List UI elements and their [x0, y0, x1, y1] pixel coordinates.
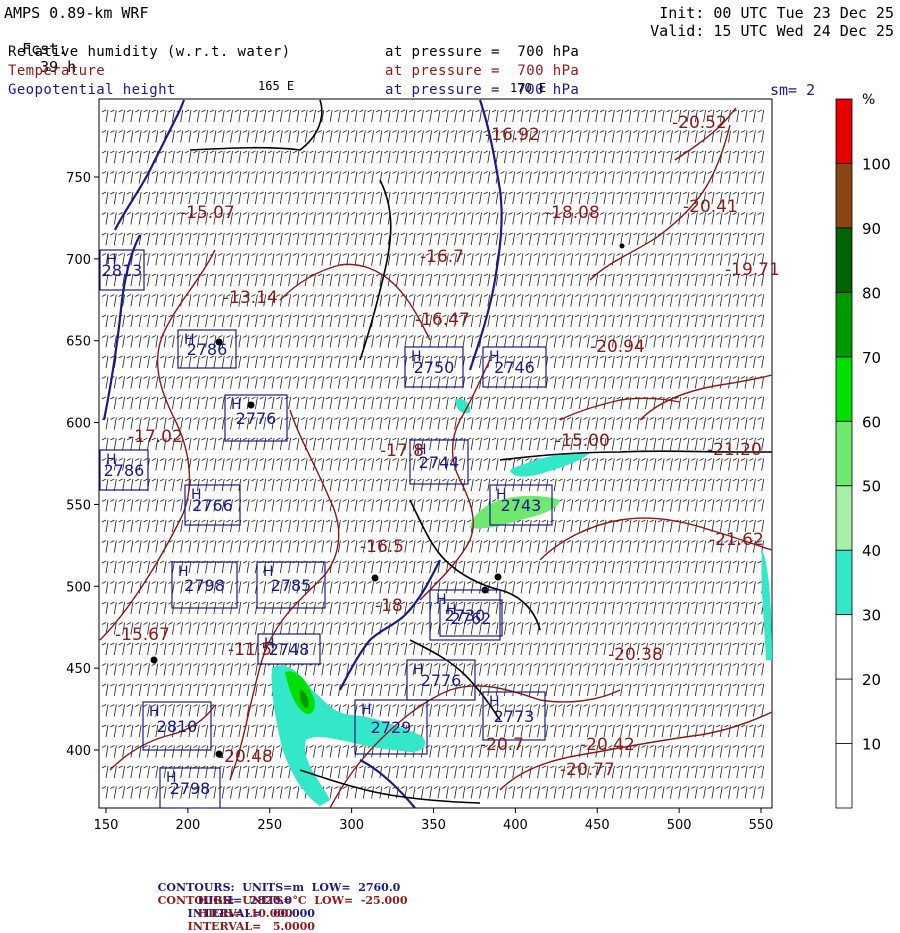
color-bar-tick-label: 60	[862, 413, 881, 431]
temperature-label: -15.00	[555, 431, 610, 451]
pressure-marker: H	[191, 487, 202, 503]
color-bar-tick-label: 70	[862, 349, 881, 367]
footer-temperature-interval: INTERVAL= 5.0000	[187, 920, 315, 933]
pressure-marker: H	[263, 564, 274, 580]
pressure-marker: H	[166, 770, 177, 786]
color-bar-tick-label: 90	[862, 220, 881, 238]
height-label: 2810	[157, 717, 198, 736]
x-tick-label: 300	[339, 818, 364, 833]
footer-temperature-label: CONTOURS: UNITS=°C LOW= -25.000	[157, 894, 408, 907]
pressure-marker: H	[184, 332, 195, 348]
color-bar-bin	[835, 614, 853, 680]
temperature-label: -20.41	[683, 197, 738, 217]
temperature-label: -17.02	[128, 427, 183, 447]
height-label: 2776	[421, 671, 462, 690]
pressure-marker: H	[106, 252, 117, 268]
temperature-label: -19.71	[725, 260, 780, 280]
color-bar-bin	[835, 98, 853, 164]
color-bar-bin	[835, 356, 853, 422]
color-bar-bin	[835, 291, 853, 358]
temperature-label: -20.52	[672, 113, 727, 133]
x-tick-label: 200	[175, 818, 200, 833]
color-bar-bin	[835, 549, 853, 616]
x-axis: 150 200 250 300 350 400 450 500 550	[94, 808, 774, 833]
temperature-label: -16.7	[420, 247, 464, 267]
temperature-label: -16.5	[360, 537, 404, 557]
temperature-label: -11.5	[228, 640, 272, 660]
temperature-label: -13.14	[223, 288, 278, 308]
pressure-marker: H	[489, 349, 500, 365]
color-bar-tick-label: 20	[862, 671, 881, 689]
x-tick-label: 250	[257, 818, 282, 833]
weather-map: 2786H2776H2786H2813H2766H2798H2785H2750H…	[66, 92, 891, 833]
x-tick-label: 550	[749, 818, 774, 833]
height-label: 2762	[451, 609, 492, 628]
temperature-label: -20.7	[480, 735, 524, 755]
color-bar-tick-label: 40	[862, 542, 881, 560]
y-tick-label: 650	[66, 335, 91, 350]
temperature-label: -18.08	[545, 203, 600, 223]
temperature-label: -20.38	[608, 645, 663, 665]
height-label: 2773	[494, 707, 535, 726]
height-label: 2743	[501, 496, 542, 515]
temperature-label: -20.48	[218, 747, 273, 767]
height-label: 2748	[269, 640, 310, 659]
color-bar-tick-label: 30	[862, 607, 881, 625]
x-tick-label: 350	[421, 818, 446, 833]
pressure-marker: H	[149, 704, 160, 720]
color-bar-bin	[835, 485, 853, 551]
y-tick-label: 600	[66, 417, 91, 432]
pressure-marker: H	[413, 662, 424, 678]
temperature-label: -21.20	[707, 440, 762, 460]
color-bar-tick-label: 50	[862, 478, 881, 496]
color-bar-bin	[835, 678, 853, 744]
y-tick-label: 400	[66, 744, 91, 759]
temperature-label: -16.92	[485, 125, 540, 145]
temperature-label: -16.47	[415, 310, 470, 330]
color-bar-tick-label: 100	[862, 155, 891, 173]
humidity-color-bar: % 10 20 30 40 50 60 70 80 90 100	[835, 92, 891, 809]
color-bar-tick-label: 80	[862, 284, 881, 302]
y-axis: 400 450 500 550 600 650 700 750	[66, 171, 99, 759]
temperature-label: -15.07	[180, 203, 235, 223]
temperature-label: -21.62	[709, 530, 764, 550]
height-label: 2729	[371, 718, 412, 737]
temperature-label: -18	[375, 596, 403, 616]
pressure-marker: H	[446, 602, 457, 618]
color-bar-bin	[835, 227, 853, 293]
x-tick-label: 400	[503, 818, 528, 833]
height-label: 2785	[271, 576, 312, 595]
color-bar-unit: %	[862, 92, 875, 108]
pressure-marker: H	[178, 564, 189, 580]
pressure-marker: H	[106, 452, 117, 468]
pressure-marker: H	[361, 702, 372, 718]
height-label: 2776	[236, 409, 277, 428]
height-label: 2746	[494, 358, 535, 377]
pressure-marker: H	[489, 694, 500, 710]
temperature-label: -20.94	[590, 337, 645, 357]
temperature-label: -20.42	[580, 735, 635, 755]
height-label: 2798	[184, 576, 225, 595]
temperature-label: -15.67	[115, 625, 170, 645]
y-tick-label: 500	[66, 580, 91, 595]
pressure-marker: H	[231, 397, 242, 413]
temperature-label: -20.77	[560, 760, 615, 780]
y-tick-label: 700	[66, 253, 91, 268]
color-bar-tick-label: 10	[862, 736, 881, 754]
temperature-label: -17.8	[380, 441, 424, 461]
pressure-marker: H	[411, 349, 422, 365]
color-bar-bin	[835, 163, 853, 229]
x-tick-label: 450	[585, 818, 610, 833]
y-tick-label: 750	[66, 171, 91, 186]
x-tick-label: 500	[667, 818, 692, 833]
y-tick-label: 550	[66, 498, 91, 513]
pressure-marker: H	[496, 487, 507, 503]
footer-temperature-contours: CONTOURS: UNITS=°C LOW= -25.000 HIGH= -1…	[150, 881, 408, 933]
color-bar-bin	[835, 420, 853, 487]
x-tick-label: 150	[94, 818, 119, 833]
color-bar-bin	[835, 743, 853, 809]
footer-temperature-high: HIGH= -10.000	[197, 907, 293, 920]
y-tick-label: 450	[66, 662, 91, 677]
